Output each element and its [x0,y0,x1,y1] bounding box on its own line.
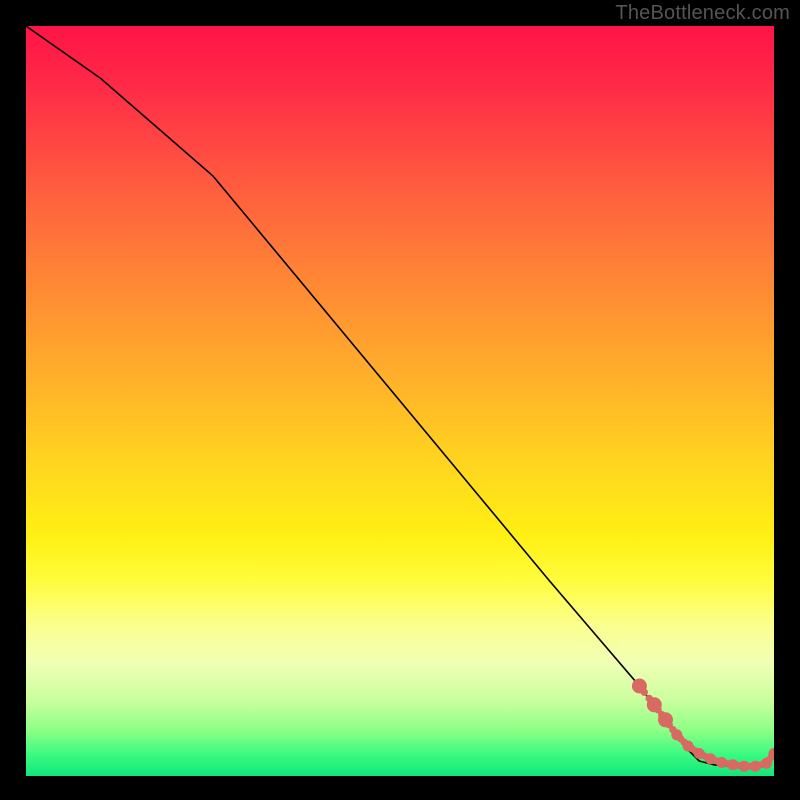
plot-area [26,26,774,776]
dot [641,689,647,695]
chart-svg [26,26,774,776]
watermark-text: TheBottleneck.com [615,2,790,25]
sample-dots [632,679,774,771]
dot [646,695,652,701]
bottleneck-curve [26,26,774,767]
dot [771,750,774,756]
